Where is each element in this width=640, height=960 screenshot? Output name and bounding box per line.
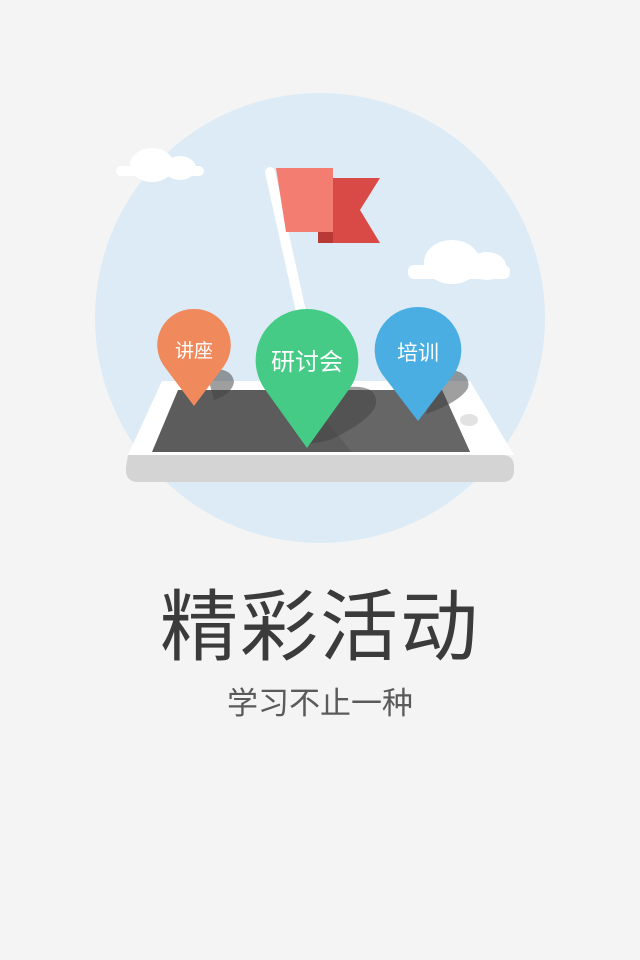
pin-label: 讲座 [175, 340, 213, 362]
pin-label: 研讨会 [271, 348, 343, 376]
page-subtitle: 学习不止一种 [227, 686, 413, 722]
onboarding-illustration: 讲座 研讨会 培训 [95, 93, 545, 543]
tablet-home-button [460, 414, 478, 426]
page-title: 精彩活动 [159, 583, 480, 673]
pin-label: 培训 [397, 341, 439, 365]
